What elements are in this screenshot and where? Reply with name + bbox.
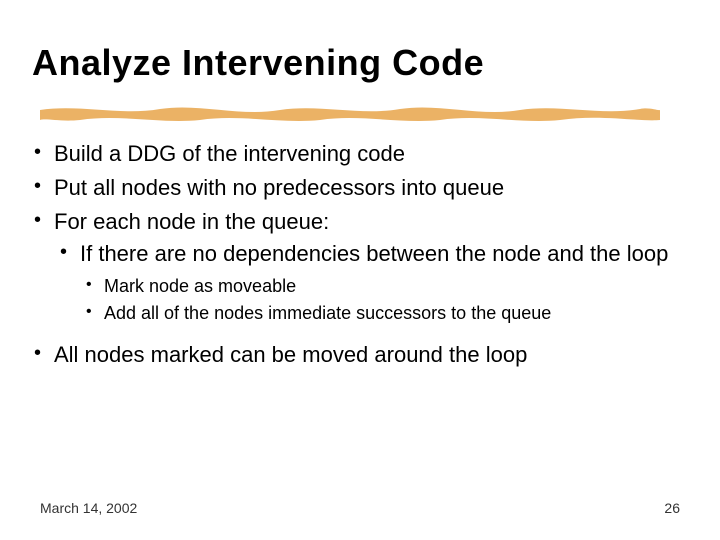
bullet-item: Put all nodes with no predecessors into …	[28, 174, 688, 202]
bullet-list: Build a DDG of the intervening code Put …	[28, 140, 688, 369]
bullet-text: Build a DDG of the intervening code	[54, 141, 405, 166]
bullet-text: For each node in the queue:	[54, 209, 329, 234]
bullet-text: All nodes marked can be moved around the…	[54, 342, 527, 367]
footer-date: March 14, 2002	[40, 500, 137, 516]
bullet-text: Mark node as moveable	[104, 276, 296, 296]
footer-page-number: 26	[664, 500, 680, 516]
bullet-item: Build a DDG of the intervening code	[28, 140, 688, 168]
slide-body: Build a DDG of the intervening code Put …	[28, 140, 688, 375]
bullet-item: For each node in the queue: If there are…	[28, 208, 688, 324]
bullet-sublist: If there are no dependencies between the…	[54, 240, 688, 324]
slide-title: Analyze Intervening Code	[32, 44, 688, 82]
bullet-item: Add all of the nodes immediate successor…	[80, 302, 688, 325]
bullet-text: If there are no dependencies between the…	[80, 241, 668, 266]
slide: Analyze Intervening Code Build a DDG of …	[0, 0, 720, 540]
bullet-text: Add all of the nodes immediate successor…	[104, 303, 551, 323]
title-underline	[40, 102, 660, 124]
bullet-item: If there are no dependencies between the…	[54, 240, 688, 324]
title-wrap: Analyze Intervening Code	[32, 44, 688, 82]
bullet-item: Mark node as moveable	[80, 275, 688, 298]
bullet-item: All nodes marked can be moved around the…	[28, 341, 688, 369]
bullet-subsublist: Mark node as moveable Add all of the nod…	[80, 275, 688, 325]
bullet-text: Put all nodes with no predecessors into …	[54, 175, 504, 200]
slide-footer: March 14, 2002 26	[40, 500, 680, 516]
